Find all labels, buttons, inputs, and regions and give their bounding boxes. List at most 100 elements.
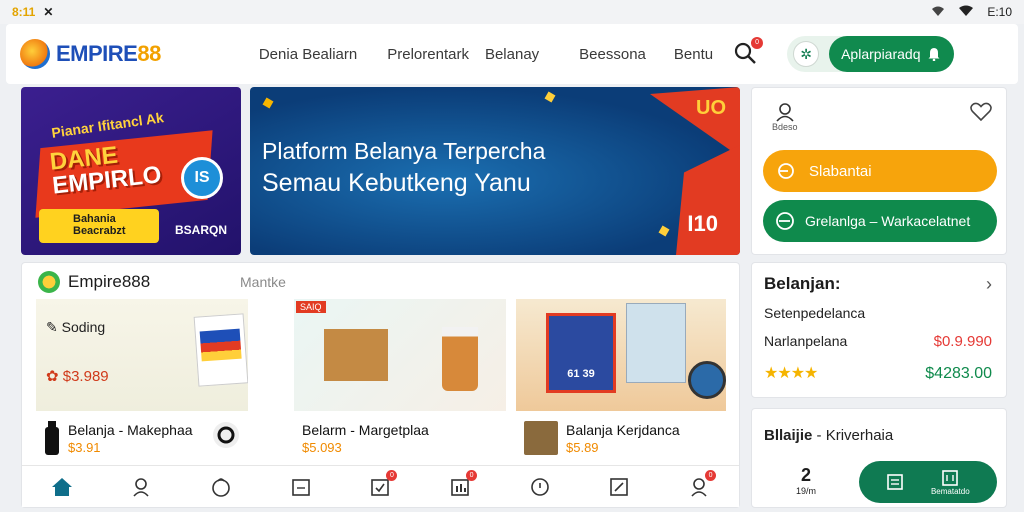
list-button[interactable] [886,473,904,491]
wishlist-icon[interactable] [212,421,240,449]
product-card[interactable]: 61 39 Balanja Kerjdanca $5.89 [516,299,726,475]
bag-icon [212,477,230,497]
calendar-icon [291,478,310,496]
user-profile[interactable]: Bdeso [772,102,798,132]
wifi-icon [931,5,945,20]
status-time: 8:11 [12,5,36,19]
primary-action-button[interactable]: Slabantai [763,150,997,192]
brand-accent: 88 [137,41,161,66]
user-icon [776,103,794,122]
nav-item-1[interactable]: Denia Bealiarn [259,46,357,63]
product-wheel [688,361,726,399]
promo-yellow-box: Bahania Beacrabzt [39,209,159,243]
product-image: 61 39 [516,299,726,411]
product-name: Belanja - Makephaa [68,422,193,438]
product-info: Belanja - Makephaa $3.91 [36,413,248,461]
account-area: ✲ Aplarpiaradq [787,36,955,72]
secondary-action-button[interactable]: Grelanlga – Warkacelatnet [763,200,997,242]
chevron-right-icon[interactable]: › [986,274,992,295]
product-tag: SAIQ [296,301,326,313]
heart-icon [970,102,992,122]
notification-badge: 0 [751,37,764,49]
delivery-count-caption: 19/m [796,486,817,496]
summary-row-2: Narlanpelana [764,333,848,349]
status-right-text: E:10 [987,5,1012,19]
delivery-actions: Bematatdo [859,461,997,503]
nav-chat[interactable] [527,474,553,500]
promo-yellow-text-1: Bahania [73,213,116,225]
product-card[interactable]: ✎ Soding ✿ $3.989 Belanja - Makephaa $3.… [36,299,248,475]
receipt-label: Bematatdo [930,486,970,496]
rating-stars: ★★★★ [764,365,818,382]
summary-price-green: $4283.00 [925,365,992,382]
delivery-title-bold: Bllaijie [764,427,813,444]
summary-price-red: $0.9.990 [933,333,992,350]
hero-title: Platform Belanya Terpercha Semau Kebutke… [262,135,545,199]
delivery-title-rest: - Kriverhaia [812,427,894,444]
product-price: $3.91 [68,440,101,455]
promo-banner[interactable]: Pianar Ifitancl Ak DANE EMPIRLO IS Bahan… [21,87,241,255]
product-card[interactable]: SAIQ Belarm - Margetplaa $5.093 [294,299,506,475]
summary-title: Belanjan: [764,274,841,293]
favorite-button[interactable] [970,102,992,127]
product-info: Belarm - Margetplaa $5.093 [294,413,506,461]
main-nav: Denia Bealiarn Prelorentark Belanay Bees… [259,46,713,63]
product-price: $5.89 [566,440,599,455]
product-info: Balanja Kerjdanca $5.89 [516,413,726,461]
nav-bag[interactable] [208,474,234,500]
summary-card: Belanjan: › Setenpedelanca Narlanpelana … [751,262,1007,398]
account-button[interactable]: Aplarpiaradq [829,36,955,72]
nav-profile[interactable]: 0 [686,469,717,500]
user-icon [133,477,150,497]
promo-yellow-text-2: Beacrabzt [73,225,126,237]
cart-icon[interactable]: ✲ [793,41,820,67]
chart-badge: 0 [466,469,478,481]
hero-badge: UO [696,97,726,119]
secondary-action-label: Grelanlga – Warkacelatnet [805,213,971,229]
store-logo-icon [38,271,60,293]
tools-icon: ✕ [43,5,54,19]
hero-ribbon-top [650,87,740,157]
edit-icon [610,477,629,496]
product-image: ✎ Soding ✿ $3.989 [36,299,248,411]
product-box [193,313,248,387]
nav-item-3[interactable]: Belanay [485,46,539,63]
nav-calendar[interactable] [288,474,314,500]
promo-title: DANE EMPIRLO [49,139,163,200]
nav-home[interactable] [49,474,75,500]
nav-item-4[interactable]: Beessona [579,46,646,63]
product-image-price-text: $3.989 [62,368,109,385]
nav-edit[interactable] [606,474,632,500]
hero-banner[interactable]: Platform Belanya Terpercha Semau Kebutke… [250,87,740,255]
nav-tasks[interactable]: 0 [367,469,398,500]
product-store-label: 61 39 [567,368,595,380]
top-header: EMPIRE88 Denia Bealiarn Prelorentark Bel… [6,24,1018,84]
brand-logo[interactable]: EMPIRE88 [20,39,161,69]
delivery-card: Bllaijie - Kriverhaia 2 19/m Bematatdo [751,408,1007,508]
confetti [658,225,670,237]
nav-user[interactable] [128,474,154,500]
account-button-label: Aplarpiaradq [841,46,921,62]
hero-tag: I10 [687,211,718,236]
search-button[interactable]: 0 [733,37,764,67]
bottom-nav: 0 0 0 [22,465,739,507]
home-icon [51,477,72,496]
product-panel-header: Empire888 [38,271,150,293]
brand-name: EMPIRE [56,41,138,66]
product-image-price: ✿ $3.989 [46,368,109,385]
nav-item-2[interactable]: Prelorentark [387,46,469,63]
delivery-count-value: 2 [801,465,812,485]
receipt-button[interactable]: Bematatdo [931,469,970,496]
product-name: Belarm - Margetplaa [302,422,429,438]
receipt-icon [942,469,959,486]
logo-icon [20,39,50,69]
hero-title-line2: Semau Kebutkeng Yanu [262,169,531,197]
nav-item-5[interactable]: Bentu [674,46,713,63]
hero-title-line1: Platform Belanya Terpercha [262,138,546,164]
confetti [544,91,556,103]
product-name: Balanja Kerjdanca [566,422,680,438]
nav-stats[interactable]: 0 [447,469,478,500]
arrow-icon [776,212,794,230]
product-building [626,303,686,383]
store-name: Empire888 [68,272,151,291]
